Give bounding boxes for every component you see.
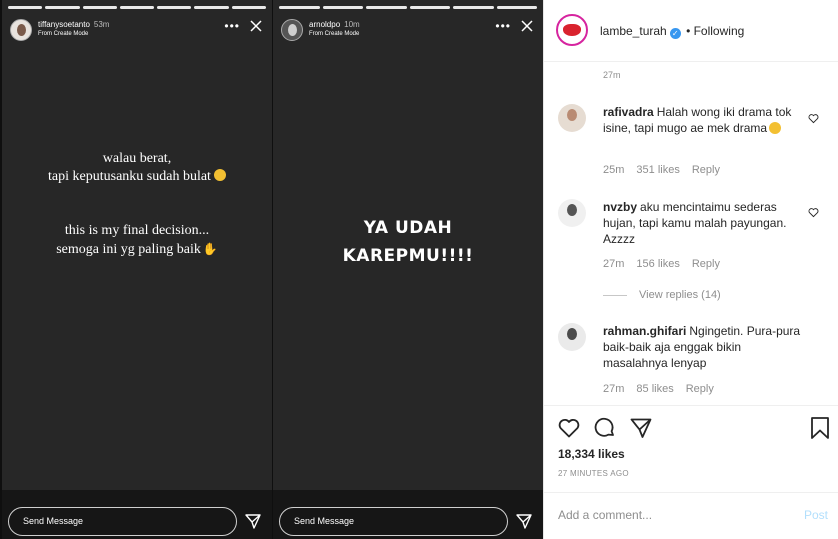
reply-button[interactable]: Reply (692, 164, 720, 176)
verified-badge-icon: ✓ (669, 28, 681, 39)
story-text-block-1: walau berat, tapi keputusanku sudah bula… (2, 150, 272, 186)
comment-body: rahman.ghifari Ngingetin. Pura-pura baik-… (603, 323, 803, 371)
story-time: 53m (93, 20, 110, 29)
comment-time: 27m (603, 70, 621, 80)
lips-logo-icon (563, 24, 581, 36)
add-comment-input[interactable]: Add a comment... (558, 508, 652, 522)
laughing-emoji-icon (769, 122, 782, 134)
bookmark-icon[interactable] (808, 416, 832, 440)
divider (544, 405, 838, 406)
story-header: tiffanysoetanto 53m From Create Mode ••• (8, 18, 266, 42)
like-comment-heart-icon[interactable] (808, 207, 819, 218)
comment-username[interactable]: nvzby (603, 200, 637, 214)
story-text-line: semoga ini yg paling baik ✋ (2, 240, 272, 259)
story-username[interactable]: tiffanysoetanto 53m (38, 20, 109, 29)
story-username[interactable]: arnoldpo 10m (309, 20, 360, 29)
comment-username[interactable]: rafivadra (603, 105, 654, 119)
story-text-line-content: semoga ini yg paling baik (56, 242, 201, 257)
story-text-line: this is my final decision... (64, 223, 210, 238)
story-big-text: YA UDAH KAREPMU!!!! (273, 214, 543, 270)
close-icon[interactable] (248, 18, 264, 34)
avatar[interactable] (558, 323, 586, 351)
send-message-input[interactable]: Send Message (8, 507, 237, 536)
avatar[interactable] (281, 19, 303, 41)
comment-bubble-icon[interactable] (593, 416, 617, 440)
reply-button[interactable]: Reply (686, 383, 714, 395)
comment-body: nvzby aku mencintaimu sederas hujan, tapi… (603, 199, 803, 247)
like-heart-icon[interactable] (557, 416, 581, 440)
send-message-input[interactable]: Send Message (279, 507, 508, 536)
comment-likes[interactable]: 351 likes (636, 164, 679, 176)
comment-time: 27m (603, 258, 625, 270)
story-text-line: walau berat, (102, 151, 172, 166)
more-options-icon[interactable]: ••• (224, 20, 240, 32)
progress-segment (453, 6, 494, 9)
view-replies-label[interactable]: View replies (14) (639, 289, 721, 301)
replies-divider-line (603, 294, 627, 296)
story-panel-1[interactable]: tiffanysoetanto 53m From Create Mode ••• … (2, 0, 272, 539)
progress-segment (231, 6, 266, 9)
story-username-text[interactable]: tiffanysoetanto (38, 20, 90, 29)
post-username[interactable]: lambe_turah (600, 24, 667, 38)
progress-segment (45, 6, 80, 9)
like-comment-heart-icon[interactable] (808, 113, 819, 124)
story-header: arnoldpo 10m From Create Mode ••• (279, 18, 537, 42)
stories-viewer: tiffanysoetanto 53m From Create Mode ••• … (0, 0, 543, 539)
reply-button[interactable]: Reply (692, 258, 720, 270)
send-icon[interactable] (515, 512, 533, 530)
comment-body: rafivadra Halah wong iki drama tok isine,… (603, 104, 803, 136)
avatar[interactable] (556, 14, 588, 46)
more-options-icon[interactable]: ••• (495, 20, 511, 32)
story-username-text[interactable]: arnoldpo (309, 20, 340, 29)
story-subtitle: From Create Mode (309, 31, 360, 37)
post-header: lambe_turah ✓ • Following (544, 0, 838, 62)
progress-segment (8, 6, 43, 9)
progress-segment (496, 6, 537, 9)
post-timestamp: 27 MINUTES AGO (558, 469, 629, 478)
comment-meta: 25m 351 likes Reply (603, 164, 732, 176)
progress-segment (119, 6, 155, 9)
likes-count[interactable]: 18,334 likes (558, 447, 625, 461)
story-big-text-line: KAREPMU!!!! (342, 246, 474, 266)
close-icon[interactable] (519, 18, 535, 34)
post-author: lambe_turah ✓ • Following (600, 24, 744, 39)
story-big-text-line: YA UDAH (363, 218, 453, 238)
view-replies-button[interactable]: View replies (14) (603, 289, 721, 301)
story-panel-2[interactable]: arnoldpo 10m From Create Mode ••• YA UDAH… (273, 0, 543, 539)
praying-hands-emoji-icon: ✋ (202, 242, 218, 256)
story-text-block-2: this is my final decision... semoga ini … (2, 222, 272, 259)
progress-segment (322, 6, 363, 9)
comment-likes[interactable]: 156 likes (636, 258, 679, 270)
post-action-bar (544, 416, 838, 442)
following-button[interactable]: • Following (686, 24, 744, 38)
story-text-line: tapi keputusanku sudah bulat (2, 168, 272, 186)
story-progress-bar (8, 6, 266, 9)
divider (544, 492, 838, 493)
post-comment-button[interactable]: Post (804, 508, 828, 522)
story-text-line-content: tapi keputusanku sudah bulat (48, 169, 211, 184)
comment-time: 25m (603, 164, 625, 176)
avatar[interactable] (558, 199, 586, 227)
send-icon[interactable] (244, 512, 262, 530)
story-progress-bar (279, 6, 537, 9)
comment-meta: 27m 85 likes Reply (603, 383, 726, 395)
comment-username[interactable]: rahman.ghifari (603, 324, 686, 338)
progress-segment (409, 6, 450, 9)
story-time: 10m (344, 20, 360, 29)
avatar[interactable] (10, 19, 32, 41)
share-send-icon[interactable] (629, 416, 653, 440)
progress-segment (157, 6, 192, 9)
progress-segment (366, 6, 407, 9)
progress-segment (194, 6, 229, 9)
comment-time: 27m (603, 383, 625, 395)
avatar[interactable] (558, 104, 586, 132)
post-side-panel: lambe_turah ✓ • Following 27m rafivadra Ha… (543, 0, 838, 539)
progress-segment (82, 6, 117, 9)
progress-segment (279, 6, 320, 9)
sad-face-emoji-icon (213, 169, 226, 181)
comment-likes[interactable]: 85 likes (636, 383, 673, 395)
story-subtitle: From Create Mode (38, 31, 89, 37)
comment-meta: 27m 156 likes Reply (603, 258, 732, 270)
